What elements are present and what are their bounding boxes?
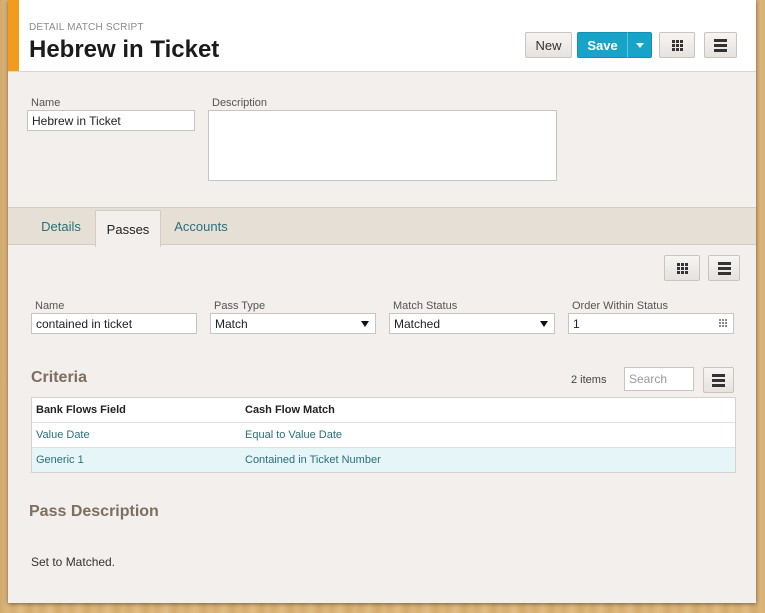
bank-flows-field-cell[interactable]: Generic 1 xyxy=(32,454,245,466)
order-within-status-label: Order Within Status xyxy=(572,300,668,312)
table-row[interactable]: Generic 1 Contained in Ticket Number xyxy=(32,448,735,472)
table-header-row: Bank Flows Field Cash Flow Match xyxy=(32,398,735,423)
keypad-icon[interactable] xyxy=(719,318,727,327)
criteria-search-input[interactable]: Search xyxy=(624,367,694,391)
tab-passes[interactable]: Passes xyxy=(95,210,161,247)
description-field[interactable] xyxy=(208,110,557,181)
page-title: Hebrew in Ticket xyxy=(29,36,220,63)
cash-flow-match-cell[interactable]: Equal to Value Date xyxy=(245,429,735,441)
tab-details[interactable]: Details xyxy=(28,208,94,244)
menu-button[interactable] xyxy=(704,32,737,58)
tab-bar: Details Passes Accounts xyxy=(8,207,756,247)
tab-accounts[interactable]: Accounts xyxy=(163,208,239,244)
pass-menu-button[interactable] xyxy=(708,255,740,281)
pass-grid-view-button[interactable] xyxy=(664,255,700,281)
pass-name-field[interactable]: contained in ticket xyxy=(31,313,197,334)
pass-name-label: Name xyxy=(35,300,65,312)
match-status-select[interactable]: Matched xyxy=(389,313,555,334)
dropdown-arrow-icon xyxy=(540,320,548,327)
grid-icon xyxy=(676,262,688,274)
menu-icon xyxy=(712,373,725,387)
pass-type-label: Pass Type xyxy=(214,300,266,312)
menu-icon xyxy=(714,38,727,52)
dropdown-arrow-icon xyxy=(361,320,369,327)
column-header-bank-flows-field[interactable]: Bank Flows Field xyxy=(32,404,245,416)
name-label: Name xyxy=(31,97,61,109)
pass-description-text: Set to Matched. xyxy=(31,555,116,569)
match-status-label: Match Status xyxy=(393,300,458,312)
grid-icon xyxy=(671,39,683,51)
page-header: DETAIL MATCH SCRIPT Hebrew in Ticket New… xyxy=(8,0,756,72)
criteria-menu-button[interactable] xyxy=(703,367,734,393)
save-button[interactable]: Save xyxy=(577,32,628,58)
cash-flow-match-cell[interactable]: Contained in Ticket Number xyxy=(245,454,735,466)
pass-type-value: Match xyxy=(215,316,248,331)
column-header-cash-flow-match[interactable]: Cash Flow Match xyxy=(245,404,735,416)
detail-panel: DETAIL MATCH SCRIPT Hebrew in Ticket New… xyxy=(8,0,756,603)
pass-description-title: Pass Description xyxy=(29,503,159,520)
save-options-button[interactable] xyxy=(627,32,652,58)
match-status-value: Matched xyxy=(394,316,441,331)
bank-flows-field-cell[interactable]: Value Date xyxy=(32,429,245,441)
pass-type-select[interactable]: Match xyxy=(210,313,376,334)
menu-icon xyxy=(717,261,731,275)
chevron-down-icon xyxy=(635,42,644,48)
order-within-status-field[interactable]: 1 xyxy=(568,313,734,334)
table-row[interactable]: Value Date Equal to Value Date xyxy=(32,423,735,448)
order-within-status-value: 1 xyxy=(573,316,580,331)
new-button[interactable]: New xyxy=(525,32,572,58)
record-type-label: DETAIL MATCH SCRIPT xyxy=(29,22,144,33)
grid-view-button[interactable] xyxy=(659,32,695,58)
accent-bar xyxy=(8,0,19,71)
criteria-title: Criteria xyxy=(31,369,88,386)
criteria-table: Bank Flows Field Cash Flow Match Value D… xyxy=(31,397,736,473)
name-field[interactable]: Hebrew in Ticket xyxy=(27,110,195,131)
criteria-count: 2 items xyxy=(571,374,607,386)
description-label: Description xyxy=(212,97,268,109)
